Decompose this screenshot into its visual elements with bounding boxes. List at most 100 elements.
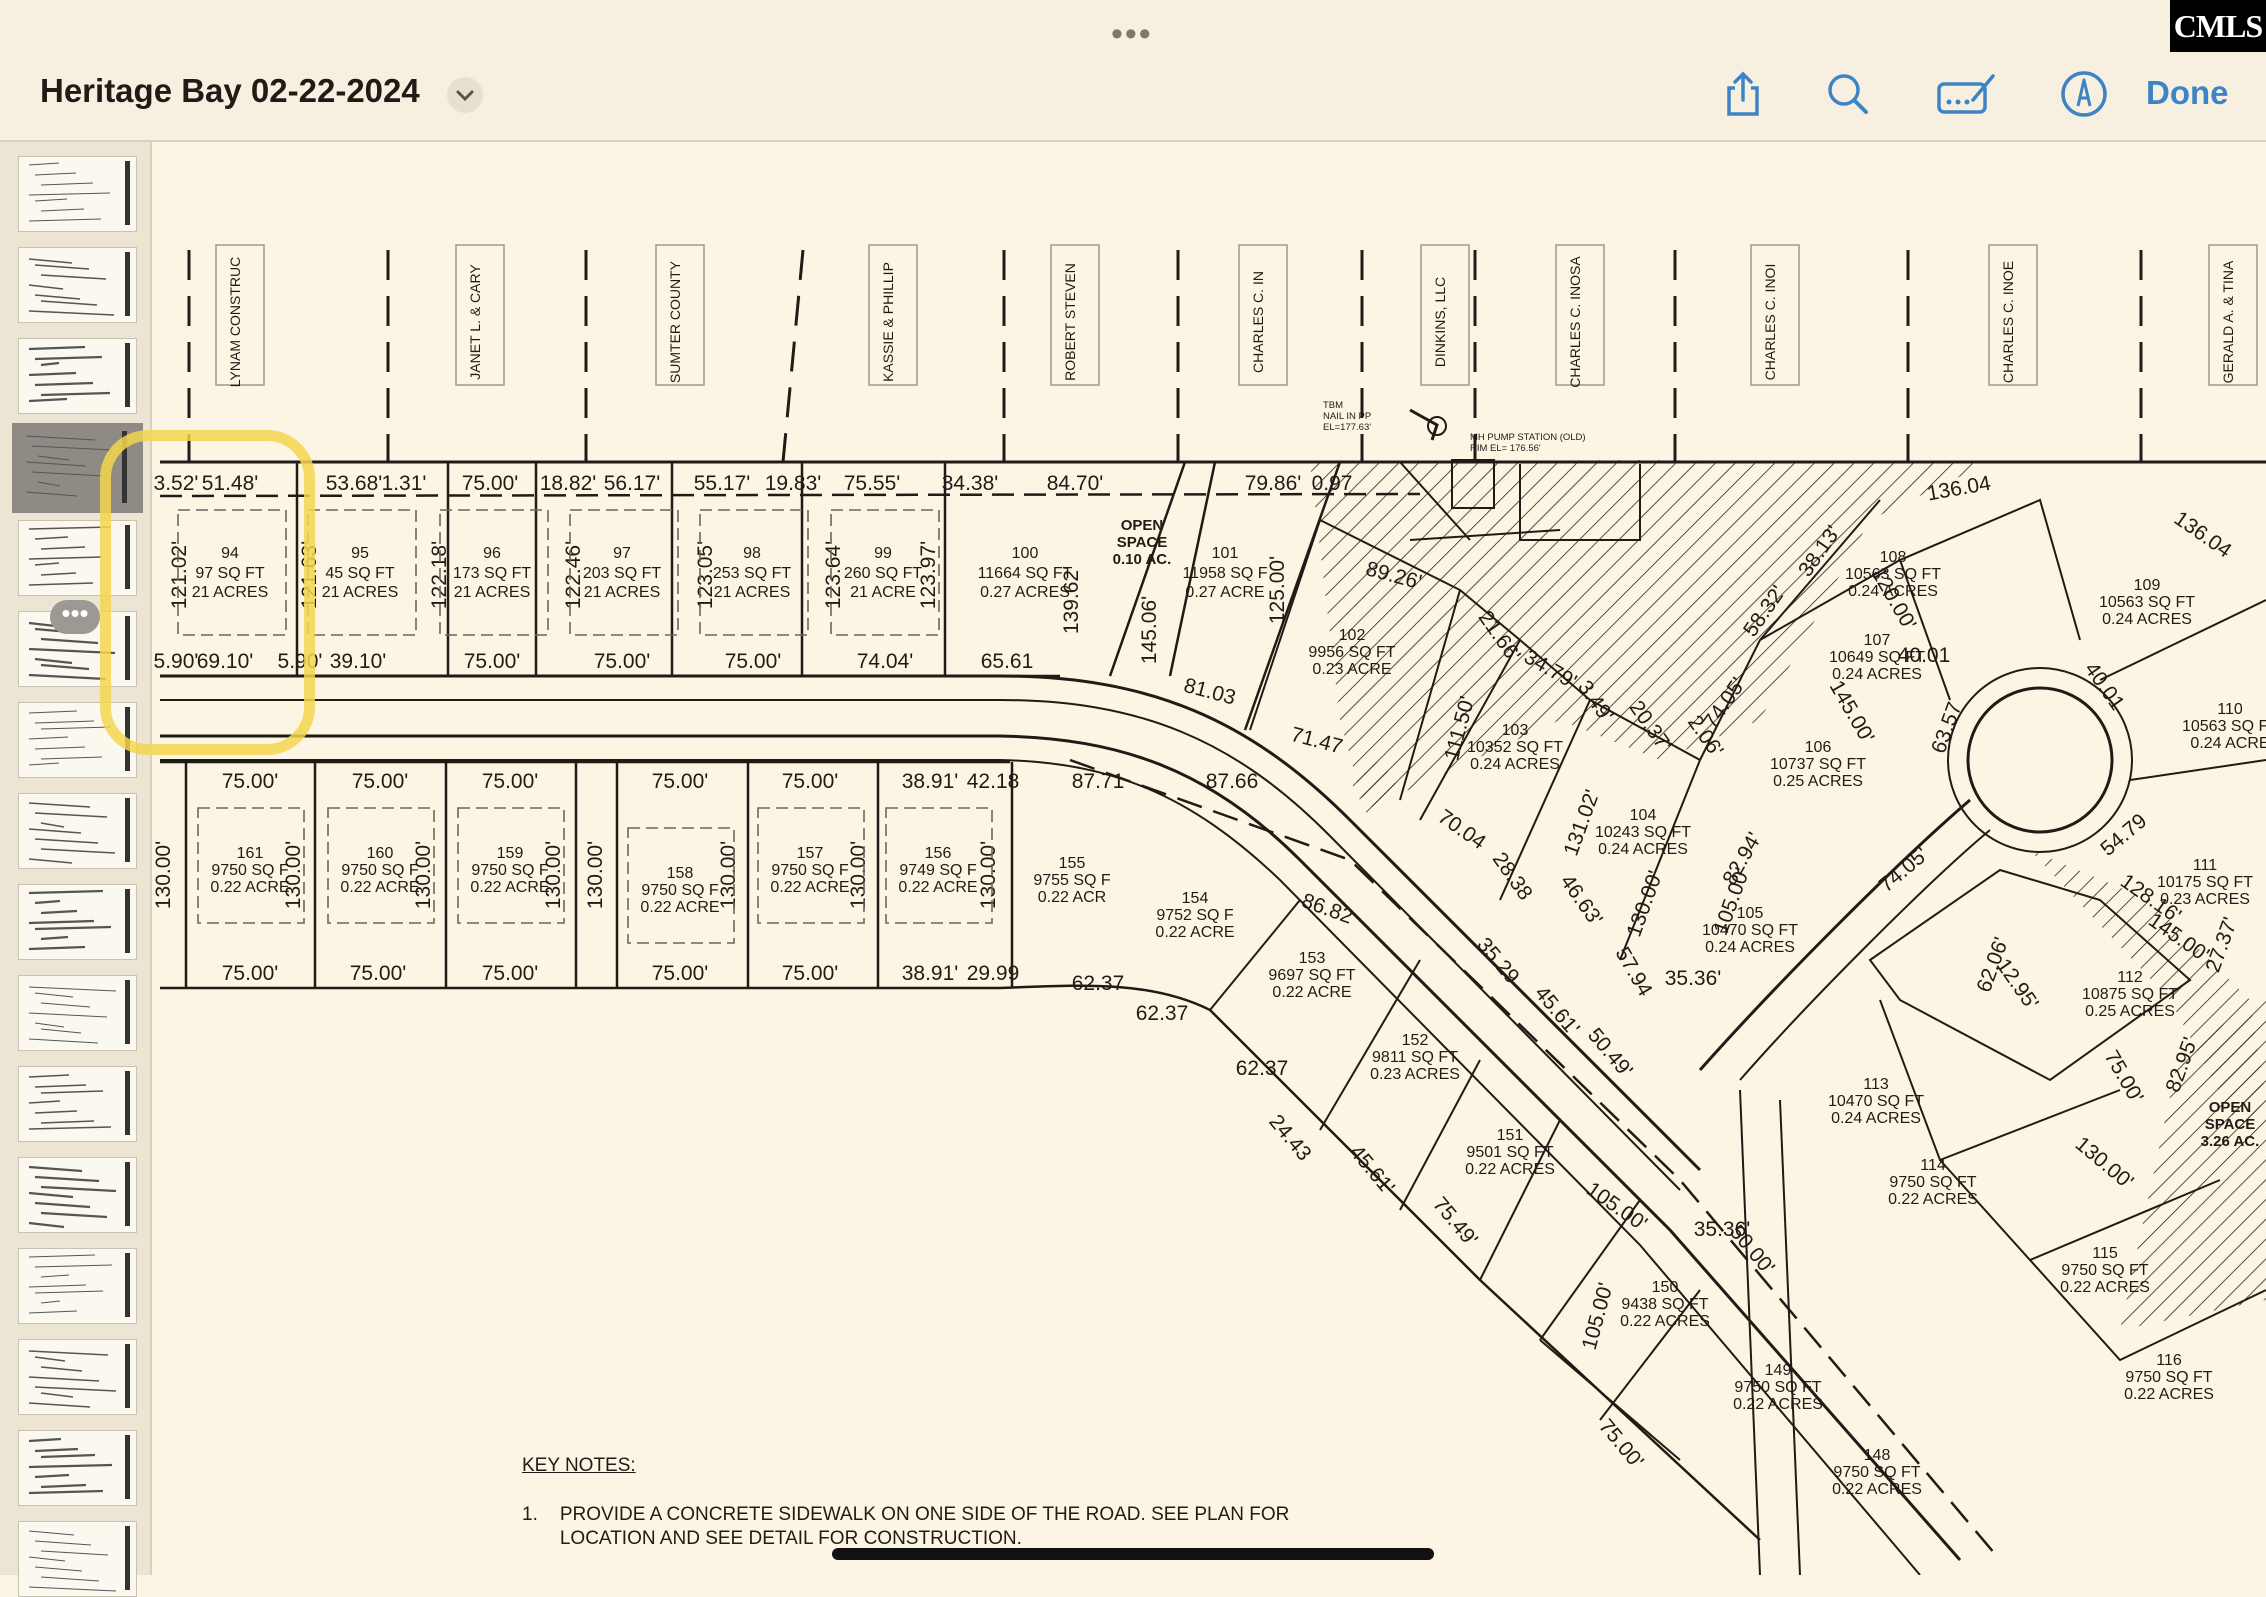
lot-area-acres: 0.22 ACRE bbox=[770, 879, 849, 896]
lot-area-sqft: 9697 SQ FT bbox=[1268, 967, 1355, 984]
dimension-label: 105.00' bbox=[1578, 1280, 1618, 1352]
dimension-label: 123.64' bbox=[822, 541, 845, 609]
benchmark-note: NAIL IN PP bbox=[1323, 411, 1371, 422]
dimension-label: 50.00' bbox=[1725, 1221, 1779, 1279]
open-space-label: 3.26 AC. bbox=[2201, 1133, 2260, 1150]
dimension-label: 24.43 bbox=[1264, 1110, 1315, 1165]
lot-area-acres: 0.22 ACRE bbox=[898, 879, 977, 896]
dimension-label: 19.83' bbox=[765, 472, 822, 495]
lot-area-acres: 0.24 ACRES bbox=[1598, 841, 1688, 858]
page-thumbnail[interactable] bbox=[18, 156, 137, 232]
lot-area-acres: 0.22 ACRES bbox=[1733, 1396, 1823, 1413]
lot-area-sqft: 10470 SQ FT bbox=[1828, 1093, 1924, 1110]
pen-icon[interactable] bbox=[2058, 68, 2110, 120]
page-thumbnail[interactable] bbox=[18, 1339, 137, 1415]
lot-area-acres: 0.23 ACRES bbox=[1370, 1066, 1460, 1083]
window-grabber[interactable]: ••• bbox=[1111, 17, 1153, 51]
search-icon[interactable] bbox=[1822, 68, 1874, 120]
page-thumbnail[interactable] bbox=[18, 247, 137, 323]
lot-area-sqft: 10243 SQ FT bbox=[1595, 824, 1691, 841]
benchmark-note: EL=177.63' bbox=[1323, 422, 1371, 433]
lot-area-acres: 0.27 ACRE bbox=[1185, 584, 1264, 601]
page-thumbnail[interactable] bbox=[18, 338, 137, 414]
page-thumbnail[interactable] bbox=[18, 1066, 137, 1142]
dimension-label: 130.00' bbox=[584, 841, 607, 909]
plat-svg: LYNAM CONSTRUC JANET L. & CARY SUMTER COUN… bbox=[152, 244, 2266, 1575]
dimension-label: 45.61' bbox=[1345, 1141, 1399, 1199]
done-button[interactable]: Done bbox=[2146, 74, 2229, 112]
pump-station-note: RIM EL= 176.56' bbox=[1470, 443, 1541, 454]
dimension-label: 12.95' bbox=[1992, 955, 2043, 1015]
lot-area-sqft: 203 SQ FT bbox=[583, 565, 661, 582]
dimension-label: 130.00' bbox=[717, 841, 740, 909]
dimension-label: 34.38' bbox=[942, 472, 999, 495]
page-thumbnail[interactable] bbox=[18, 1521, 137, 1597]
more-options-icon[interactable]: ••• bbox=[50, 600, 100, 634]
owner-label: ROBERT STEVEN bbox=[1062, 263, 1078, 381]
dimension-label: 130.00' bbox=[1622, 868, 1667, 940]
lot-number: 113 bbox=[1863, 1076, 1889, 1093]
lot-area-sqft: 9749 SQ F bbox=[899, 862, 977, 879]
lot-area-sqft: 9750 SQ F bbox=[211, 862, 289, 879]
page-thumbnail[interactable] bbox=[18, 1248, 137, 1324]
page-thumbnail[interactable] bbox=[18, 793, 137, 869]
key-notes-title: KEY NOTES: bbox=[522, 1455, 636, 1476]
lot-number: 159 bbox=[497, 845, 524, 862]
lot-number: 150 bbox=[1652, 1279, 1679, 1296]
lot-number: 109 bbox=[2134, 577, 2161, 594]
dimension-label: 136.04 bbox=[2170, 507, 2236, 563]
document-title[interactable]: Heritage Bay 02-22-2024 bbox=[40, 72, 420, 110]
lot-area-sqft: 45 SQ FT bbox=[325, 565, 395, 582]
lot-area-sqft: 9811 SQ FT bbox=[1372, 1049, 1458, 1066]
key-notes: KEY NOTES: 1. PROVIDE A CONCRETE SIDEWAL… bbox=[522, 1455, 1380, 1551]
dimension-label: 38.91' bbox=[902, 770, 959, 793]
dimension-label: 45.61' bbox=[1530, 982, 1584, 1040]
lot-number: 153 bbox=[1299, 950, 1326, 967]
lot-number: 152 bbox=[1402, 1032, 1429, 1049]
page-thumbnail[interactable] bbox=[18, 1430, 137, 1506]
lot-area-acres: 0.22 ACRES bbox=[2124, 1386, 2214, 1403]
lot-area-acres: 21 ACRE bbox=[850, 584, 916, 601]
lot-area-acres: 0.22 ACRE bbox=[340, 879, 419, 896]
lot-number: 151 bbox=[1497, 1127, 1524, 1144]
dimension-label: 46.63' bbox=[1556, 871, 1607, 931]
lot-number: 106 bbox=[1805, 739, 1832, 756]
lot-area-acres: 0.23 ACRE bbox=[1312, 661, 1391, 678]
plat-drawing[interactable]: LYNAM CONSTRUC JANET L. & CARY SUMTER COUN… bbox=[152, 142, 2266, 1575]
lot-number: 104 bbox=[1630, 807, 1657, 824]
owner-label: SUMTER COUNTY bbox=[667, 260, 683, 383]
dimension-label: 105.00' bbox=[1582, 1178, 1651, 1236]
lot-area-sqft: 9750 SQ F bbox=[341, 862, 419, 879]
lot-area-acres: 0.22 ACRES bbox=[1832, 1481, 1922, 1498]
lot-area-acres: 0.27 ACRES bbox=[980, 584, 1070, 601]
dimension-label: 65.61 bbox=[981, 650, 1034, 673]
dimension-label: 71.47 bbox=[1288, 723, 1345, 759]
lot-area-acres: 0.22 ACRE bbox=[470, 879, 549, 896]
dimension-label: 75.00' bbox=[725, 650, 782, 673]
markup-icon[interactable] bbox=[1935, 68, 1997, 120]
app-header: ••• Heritage Bay 02-22-2024 Done bbox=[0, 0, 2266, 142]
yellow-highlight-annotation bbox=[100, 430, 315, 755]
page-thumbnail[interactable] bbox=[18, 884, 137, 960]
dimension-label: 75.00' bbox=[352, 770, 409, 793]
share-icon[interactable] bbox=[1717, 68, 1769, 120]
lot-area-sqft: 260 SQ FT bbox=[844, 565, 922, 582]
page-thumbnail[interactable] bbox=[18, 1157, 137, 1233]
page-thumbnail-sidebar[interactable]: ••• bbox=[0, 142, 152, 1597]
pump-station-note: MH PUMP STATION (OLD) bbox=[1470, 432, 1586, 443]
home-indicator[interactable] bbox=[832, 1548, 1434, 1560]
dimension-label: 53.68' bbox=[326, 472, 383, 495]
owner-label: CHARLES C. INOSA bbox=[1567, 256, 1583, 388]
dimension-label: 81.03 bbox=[1181, 674, 1238, 710]
lot-area-sqft: 10737 SQ FT bbox=[1770, 756, 1866, 773]
lot-area-acres: 0.22 ACRE bbox=[1272, 984, 1351, 1001]
lot-number: 149 bbox=[1765, 1362, 1792, 1379]
open-space-label: SPACE bbox=[1117, 534, 1168, 551]
lot-number: 108 bbox=[1880, 549, 1907, 566]
lot-area-sqft: 9956 SQ FT bbox=[1308, 644, 1395, 661]
page-thumbnail[interactable] bbox=[18, 975, 137, 1051]
lot-area-acres: 0.22 ACRE bbox=[1155, 924, 1234, 941]
chevron-down-icon[interactable] bbox=[447, 77, 483, 113]
dimension-label: 130.00' bbox=[2071, 1132, 2138, 1193]
lot-area-sqft: 9750 SQ F bbox=[641, 882, 719, 899]
